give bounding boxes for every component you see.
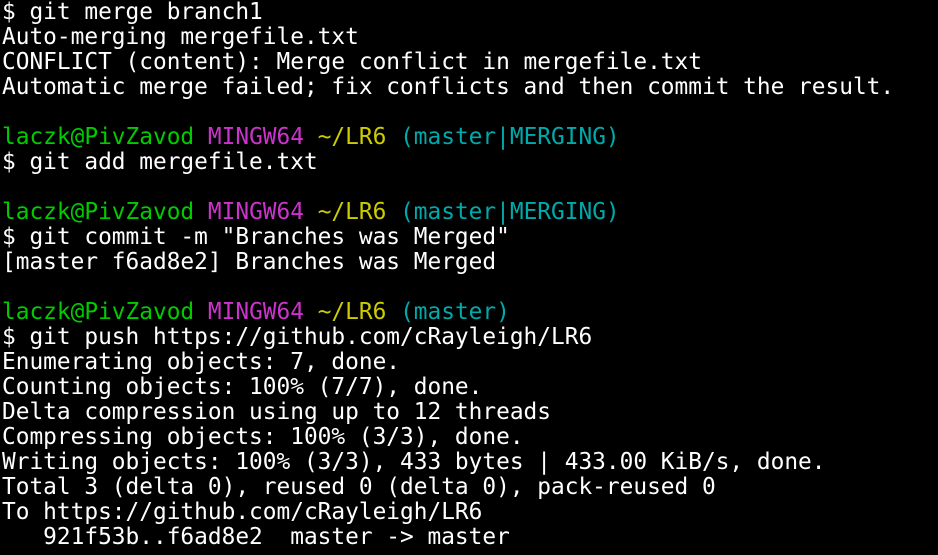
terminal-text: Total 3 (delta 0), reused 0 (delta 0), p…: [2, 475, 716, 500]
prompt-branch-status: (master|MERGING): [400, 200, 620, 225]
terminal-line: laczk@PivZavod MINGW64 ~/LR6 (master|MER…: [2, 125, 938, 150]
terminal-line: Writing objects: 100% (3/3), 433 bytes |…: [2, 450, 938, 475]
terminal-text: Delta compression using up to 12 threads: [2, 400, 551, 425]
prompt-user-host: laczk@PivZavod: [2, 300, 195, 325]
terminal-text: $ git merge branch1: [2, 0, 263, 25]
terminal-line: Automatic merge failed; fix conflicts an…: [2, 75, 938, 100]
terminal-line: Total 3 (delta 0), reused 0 (delta 0), p…: [2, 475, 938, 500]
prompt-msystem: MINGW64: [207, 300, 304, 325]
prompt-branch-status: (master): [400, 300, 510, 325]
terminal-text: Writing objects: 100% (3/3), 433 bytes |…: [2, 450, 826, 475]
terminal-text: Compressing objects: 100% (3/3), done.: [2, 425, 524, 450]
terminal-line: Counting objects: 100% (7/7), done.: [2, 375, 938, 400]
terminal-text: $ git commit -m "Branches was Merged": [2, 225, 510, 250]
prompt-msystem: MINGW64: [207, 125, 304, 150]
terminal-line: $ git commit -m "Branches was Merged": [2, 225, 938, 250]
terminal-line: $ git merge branch1: [2, 0, 938, 25]
terminal-window[interactable]: $ git merge branch1 Auto-merging mergefil…: [0, 0, 938, 555]
prompt-msystem: MINGW64: [207, 200, 304, 225]
terminal-text: Auto-merging mergefile.txt: [2, 25, 359, 50]
terminal-text: Counting objects: 100% (7/7), done.: [2, 375, 483, 400]
terminal-text: Automatic merge failed; fix conflicts an…: [2, 75, 895, 100]
prompt-user-host: laczk@PivZavod: [2, 200, 195, 225]
terminal-line: laczk@PivZavod MINGW64 ~/LR6 (master|MER…: [2, 200, 938, 225]
prompt-path: ~/LR6: [317, 300, 387, 325]
terminal-text: Enumerating objects: 7, done.: [2, 350, 401, 375]
terminal-line: CONFLICT (content): Merge conflict in me…: [2, 50, 938, 75]
prompt-path: ~/LR6: [317, 200, 387, 225]
terminal-line: Delta compression using up to 12 threads: [2, 400, 938, 425]
terminal-line: To https://github.com/cRayleigh/LR6: [2, 500, 938, 525]
terminal-line: $ git add mergefile.txt: [2, 150, 938, 175]
terminal-text: 921f53b..f6ad8e2 master -> master: [2, 525, 510, 550]
terminal-text: [master f6ad8e2] Branches was Merged: [2, 250, 497, 275]
terminal-line: $ git push https://github.com/cRayleigh/…: [2, 325, 938, 350]
terminal-line: 921f53b..f6ad8e2 master -> master: [2, 525, 938, 550]
terminal-text: To https://github.com/cRayleigh/LR6: [2, 500, 483, 525]
terminal-line: laczk@PivZavod MINGW64 ~/LR6 (master): [2, 300, 938, 325]
prompt-user-host: laczk@PivZavod: [2, 125, 195, 150]
terminal-text: CONFLICT (content): Merge conflict in me…: [2, 50, 702, 75]
terminal-text: $ git add mergefile.txt: [2, 150, 318, 175]
terminal-line: Compressing objects: 100% (3/3), done.: [2, 425, 938, 450]
terminal-line: [master f6ad8e2] Branches was Merged: [2, 250, 938, 275]
prompt-branch-status: (master|MERGING): [400, 125, 620, 150]
terminal-text: $ git push https://github.com/cRayleigh/…: [2, 325, 593, 350]
terminal-line: Enumerating objects: 7, done.: [2, 350, 938, 375]
prompt-path: ~/LR6: [317, 125, 387, 150]
terminal-line: Auto-merging mergefile.txt: [2, 25, 938, 50]
